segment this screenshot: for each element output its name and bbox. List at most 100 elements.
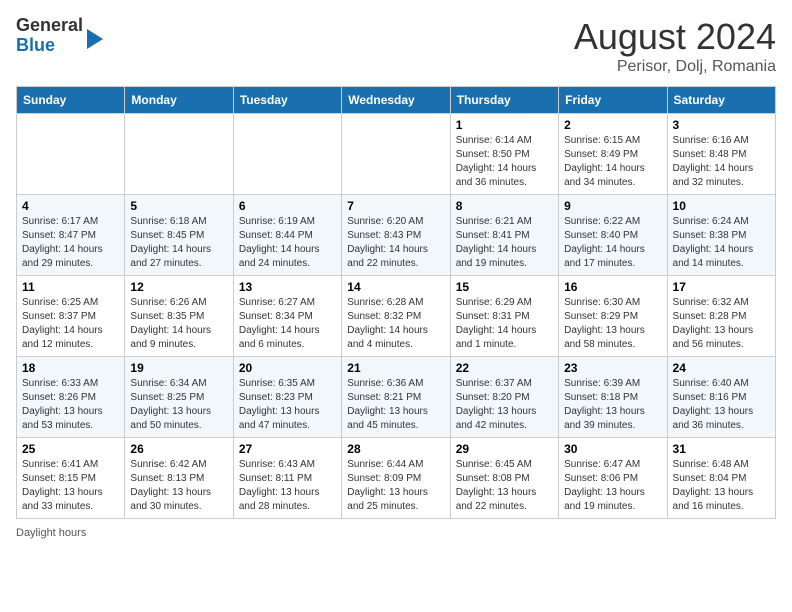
day-info: Sunrise: 6:33 AM Sunset: 8:26 PM Dayligh… [22,377,119,433]
day-info: Sunrise: 6:29 AM Sunset: 8:31 PM Dayligh… [456,296,553,352]
day-info: Sunrise: 6:42 AM Sunset: 8:13 PM Dayligh… [130,458,227,514]
day-number: 11 [22,280,119,294]
day-info: Sunrise: 6:40 AM Sunset: 8:16 PM Dayligh… [673,377,770,433]
day-of-week-header: Thursday [450,87,558,114]
day-number: 16 [564,280,661,294]
footer-note: Daylight hours [16,527,776,539]
day-number: 8 [456,199,553,213]
day-number: 19 [130,361,227,375]
calendar-cell: 15Sunrise: 6:29 AM Sunset: 8:31 PM Dayli… [450,276,558,357]
day-info: Sunrise: 6:24 AM Sunset: 8:38 PM Dayligh… [673,215,770,271]
logo-line2: Blue [16,36,83,56]
day-of-week-header: Friday [559,87,667,114]
day-info: Sunrise: 6:36 AM Sunset: 8:21 PM Dayligh… [347,377,444,433]
day-info: Sunrise: 6:25 AM Sunset: 8:37 PM Dayligh… [22,296,119,352]
calendar-cell: 29 Sunrise: 6:45 AM Sunset: 8:08 PM Dayli… [450,438,558,519]
day-info: Sunrise: 6:41 AM Sunset: 8:15 PM Dayligh… [22,458,119,514]
day-info: Sunrise: 6:48 AM Sunset: 8:04 PM Dayligh… [673,458,770,514]
month-year-title: August 2024 [574,16,776,58]
day-info: Sunrise: 6:30 AM Sunset: 8:29 PM Dayligh… [564,296,661,352]
day-info: Sunrise: 6:27 AM Sunset: 8:34 PM Dayligh… [239,296,336,352]
calendar-cell: 9 Sunrise: 6:22 AM Sunset: 8:40 PM Daylig… [559,195,667,276]
day-info: Sunrise: 6:18 AM Sunset: 8:45 PM Dayligh… [130,215,227,271]
day-info: Sunrise: 6:20 AM Sunset: 8:43 PM Dayligh… [347,215,444,271]
day-number: 3 [673,118,770,132]
calendar-week-row: 25Sunrise: 6:41 AM Sunset: 8:15 PM Dayli… [17,438,776,519]
calendar-cell: 3Sunrise: 6:16 AM Sunset: 8:48 PM Daylig… [667,114,775,195]
logo-text: General Blue [16,16,83,56]
calendar-cell: 8Sunrise: 6:21 AM Sunset: 8:41 PM Daylig… [450,195,558,276]
calendar-week-row: 18Sunrise: 6:33 AM Sunset: 8:26 PM Dayli… [17,357,776,438]
calendar-cell: 25Sunrise: 6:41 AM Sunset: 8:15 PM Dayli… [17,438,125,519]
day-info: Sunrise: 6:35 AM Sunset: 8:23 PM Dayligh… [239,377,336,433]
calendar-cell: 14Sunrise: 6:28 AM Sunset: 8:32 PM Dayli… [342,276,450,357]
calendar-cell: 13 Sunrise: 6:27 AM Sunset: 8:34 PM Dayli… [233,276,341,357]
calendar-cell: 12Sunrise: 6:26 AM Sunset: 8:35 PM Dayli… [125,276,233,357]
calendar-cell: 4 Sunrise: 6:17 AM Sunset: 8:47 PM Daylig… [17,195,125,276]
day-info: Sunrise: 6:39 AM Sunset: 8:18 PM Dayligh… [564,377,661,433]
day-of-week-header: Sunday [17,87,125,114]
calendar-week-row: 4 Sunrise: 6:17 AM Sunset: 8:47 PM Daylig… [17,195,776,276]
day-info: Sunrise: 6:37 AM Sunset: 8:20 PM Dayligh… [456,377,553,433]
calendar-cell: 24 Sunrise: 6:40 AM Sunset: 8:16 PM Dayli… [667,357,775,438]
day-number: 24 [673,361,770,375]
day-of-week-header: Saturday [667,87,775,114]
day-info: Sunrise: 6:45 AM Sunset: 8:08 PM Dayligh… [456,458,553,514]
day-number: 2 [564,118,661,132]
calendar-cell: 20Sunrise: 6:35 AM Sunset: 8:23 PM Dayli… [233,357,341,438]
calendar-cell: 7Sunrise: 6:20 AM Sunset: 8:43 PM Daylig… [342,195,450,276]
calendar-cell: 16 Sunrise: 6:30 AM Sunset: 8:29 PM Dayli… [559,276,667,357]
day-number: 17 [673,280,770,294]
logo-arrow-icon [87,29,103,49]
day-number: 13 [239,280,336,294]
day-info: Sunrise: 6:26 AM Sunset: 8:35 PM Dayligh… [130,296,227,352]
location-subtitle: Perisor, Dolj, Romania [574,58,776,76]
day-of-week-header: Tuesday [233,87,341,114]
calendar-week-row: 11 Sunrise: 6:25 AM Sunset: 8:37 PM Dayli… [17,276,776,357]
logo-line1: General [16,16,83,36]
calendar-cell [233,114,341,195]
calendar-header-row: SundayMondayTuesdayWednesdayThursdayFrid… [17,87,776,114]
day-info: Sunrise: 6:43 AM Sunset: 8:11 PM Dayligh… [239,458,336,514]
day-number: 21 [347,361,444,375]
day-info: Sunrise: 6:15 AM Sunset: 8:49 PM Dayligh… [564,134,661,190]
day-number: 28 [347,442,444,456]
day-number: 9 [564,199,661,213]
day-info: Sunrise: 6:32 AM Sunset: 8:28 PM Dayligh… [673,296,770,352]
calendar-cell [17,114,125,195]
logo: General Blue [16,16,103,56]
day-info: Sunrise: 6:17 AM Sunset: 8:47 PM Dayligh… [22,215,119,271]
calendar-cell: 19Sunrise: 6:34 AM Sunset: 8:25 PM Dayli… [125,357,233,438]
day-number: 6 [239,199,336,213]
day-number: 30 [564,442,661,456]
day-info: Sunrise: 6:22 AM Sunset: 8:40 PM Dayligh… [564,215,661,271]
calendar-cell: 2 Sunrise: 6:15 AM Sunset: 8:49 PM Daylig… [559,114,667,195]
day-number: 26 [130,442,227,456]
day-of-week-header: Wednesday [342,87,450,114]
calendar-cell: 23 Sunrise: 6:39 AM Sunset: 8:18 PM Dayli… [559,357,667,438]
calendar-week-row: 1 Sunrise: 6:14 AM Sunset: 8:50 PM Daylig… [17,114,776,195]
day-number: 10 [673,199,770,213]
day-number: 31 [673,442,770,456]
calendar-cell [342,114,450,195]
calendar-cell: 17 Sunrise: 6:32 AM Sunset: 8:28 PM Dayli… [667,276,775,357]
calendar-cell: 30 Sunrise: 6:47 AM Sunset: 8:06 PM Dayli… [559,438,667,519]
day-of-week-header: Monday [125,87,233,114]
day-info: Sunrise: 6:47 AM Sunset: 8:06 PM Dayligh… [564,458,661,514]
day-number: 29 [456,442,553,456]
calendar-cell: 18Sunrise: 6:33 AM Sunset: 8:26 PM Dayli… [17,357,125,438]
day-number: 23 [564,361,661,375]
calendar-cell: 5Sunrise: 6:18 AM Sunset: 8:45 PM Daylig… [125,195,233,276]
calendar-cell: 28 Sunrise: 6:44 AM Sunset: 8:09 PM Dayli… [342,438,450,519]
day-info: Sunrise: 6:14 AM Sunset: 8:50 PM Dayligh… [456,134,553,190]
day-info: Sunrise: 6:44 AM Sunset: 8:09 PM Dayligh… [347,458,444,514]
calendar-cell: 11 Sunrise: 6:25 AM Sunset: 8:37 PM Dayli… [17,276,125,357]
day-number: 22 [456,361,553,375]
calendar-cell: 21 Sunrise: 6:36 AM Sunset: 8:21 PM Dayli… [342,357,450,438]
day-number: 1 [456,118,553,132]
day-number: 4 [22,199,119,213]
calendar-table: SundayMondayTuesdayWednesdayThursdayFrid… [16,86,776,519]
page-header: General Blue August 2024 Perisor, Dolj, … [16,16,776,76]
calendar-cell: 22 Sunrise: 6:37 AM Sunset: 8:20 PM Dayli… [450,357,558,438]
title-block: August 2024 Perisor, Dolj, Romania [574,16,776,76]
